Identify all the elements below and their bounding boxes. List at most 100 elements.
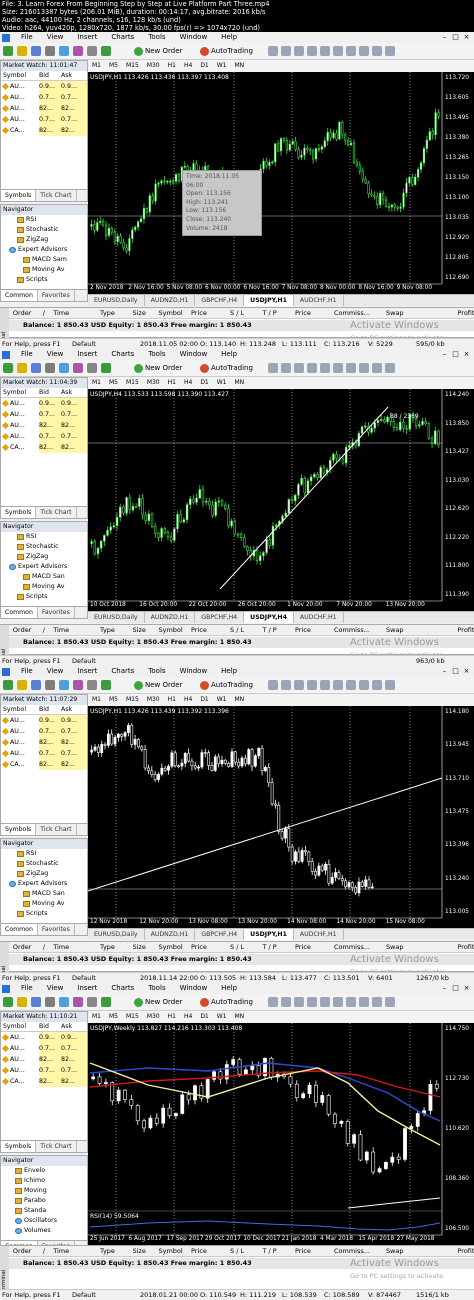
profiles-icon[interactable]: [17, 363, 27, 373]
symbol-row[interactable]: CA... 82... 82...: [1, 759, 87, 770]
terminal-icon[interactable]: [73, 46, 83, 56]
period-icon[interactable]: [346, 363, 356, 373]
autotrading-button[interactable]: AutoTrading: [200, 363, 253, 374]
price-chart[interactable]: RSI(14) 59.5064 USDJPY,Weekly 113.827 114…: [88, 1023, 474, 1245]
timeframe-d1[interactable]: D1: [196, 1011, 212, 1023]
symbol-row[interactable]: AU... 0.7... 0.7...: [1, 1065, 87, 1076]
tab-symbols[interactable]: Symbols: [1, 507, 37, 518]
menu-insert[interactable]: Insert: [70, 32, 104, 43]
zoom-in-icon[interactable]: [268, 680, 278, 690]
timeframe-mn[interactable]: MN: [231, 694, 249, 706]
crosshair-icon[interactable]: [294, 46, 304, 56]
tester-icon[interactable]: [87, 363, 97, 373]
history-icon[interactable]: [101, 680, 111, 690]
tab-favorites[interactable]: Favorites: [38, 290, 75, 301]
chart-tab[interactable]: AUDCHF,H1: [294, 612, 344, 623]
menu-help[interactable]: Help: [214, 349, 244, 360]
trendline-icon[interactable]: [320, 46, 330, 56]
cursor-icon[interactable]: [307, 46, 317, 56]
menu-window[interactable]: Window: [173, 983, 215, 994]
data-window-icon[interactable]: [45, 46, 55, 56]
fibo-icon[interactable]: [385, 363, 395, 373]
fibo-icon[interactable]: [385, 680, 395, 690]
data-window-icon[interactable]: [45, 363, 55, 373]
symbol-row[interactable]: AU... 82... 82...: [1, 737, 87, 748]
menu-tools[interactable]: Tools: [141, 32, 172, 43]
new-order-button[interactable]: New Order: [134, 997, 182, 1008]
symbol-row[interactable]: AU... 0.7... 0.7...: [1, 114, 87, 125]
tester-icon[interactable]: [87, 997, 97, 1007]
chart-tab[interactable]: GBPCHF,H4: [195, 612, 245, 623]
navigator-item[interactable]: Moving Av: [1, 582, 87, 592]
timeframe-m5[interactable]: M5: [105, 60, 122, 72]
navigator-item[interactable]: Stochastic: [1, 859, 87, 869]
close-icon[interactable]: ×: [462, 667, 471, 676]
chart-tab[interactable]: USDJPY,H4: [244, 612, 294, 623]
menu-view[interactable]: View: [40, 666, 71, 677]
trendline-icon[interactable]: [320, 680, 330, 690]
timeframe-w1[interactable]: W1: [213, 694, 231, 706]
navigator-item[interactable]: Expert Advisors: [1, 562, 87, 572]
symbol-row[interactable]: AU... 0.7... 0.7...: [1, 748, 87, 759]
navigator-item[interactable]: Scripts: [1, 592, 87, 602]
zoom-out-icon[interactable]: [281, 46, 291, 56]
timeframe-m1[interactable]: M1: [88, 377, 105, 389]
symbol-row[interactable]: CA... 82... 82...: [1, 1076, 87, 1087]
navigator-item[interactable]: RSI: [1, 849, 87, 859]
tab-symbols[interactable]: Symbols: [1, 190, 37, 201]
zoom-in-icon[interactable]: [268, 997, 278, 1007]
navigator-item[interactable]: Ichimo: [1, 1176, 87, 1186]
menu-insert[interactable]: Insert: [70, 666, 104, 677]
timeframe-m15[interactable]: M15: [122, 60, 143, 72]
chart-tab[interactable]: AUDNZD,H1: [145, 612, 196, 623]
price-chart[interactable]: USDJPY,H4 113.533 113.598 113.390 113.42…: [88, 389, 474, 611]
menu-charts[interactable]: Charts: [104, 666, 141, 677]
market-watch-icon[interactable]: [31, 46, 41, 56]
tab-tick-chart[interactable]: Tick Chart: [36, 824, 77, 835]
menu-charts[interactable]: Charts: [104, 32, 141, 43]
timeframe-m1[interactable]: M1: [88, 694, 105, 706]
navigator-item[interactable]: Expert Advisors: [1, 245, 87, 255]
navigator-item[interactable]: MACD Sam: [1, 255, 87, 265]
timeframe-m30[interactable]: M30: [143, 60, 164, 72]
tab-symbols[interactable]: Symbols: [1, 1141, 37, 1152]
terminal-icon[interactable]: [73, 680, 83, 690]
chart-tab[interactable]: AUDCHF,H1: [294, 929, 344, 940]
tab-common[interactable]: Common: [1, 290, 38, 301]
timeframe-h4[interactable]: H4: [180, 694, 196, 706]
symbol-row[interactable]: AU... 0.7... 0.7...: [1, 726, 87, 737]
chart-tab[interactable]: EURUSD,Daily: [88, 929, 145, 940]
new-order-button[interactable]: New Order: [134, 680, 182, 691]
symbol-row[interactable]: AU... 0.7... 0.7...: [1, 92, 87, 103]
tab-tick-chart[interactable]: Tick Chart: [36, 1141, 77, 1152]
tester-icon[interactable]: [87, 680, 97, 690]
text-icon[interactable]: [333, 363, 343, 373]
symbol-row[interactable]: CA... 82... 82...: [1, 125, 87, 136]
navigator-item[interactable]: Standa: [1, 1206, 87, 1216]
market-watch-icon[interactable]: [31, 997, 41, 1007]
symbol-row[interactable]: AU... 0.9... 0.9...: [1, 1032, 87, 1043]
symbol-row[interactable]: AU... 0.9... 0.9...: [1, 398, 87, 409]
symbol-row[interactable]: AU... 0.9... 0.9...: [1, 81, 87, 92]
template-icon[interactable]: [359, 997, 369, 1007]
navigator-item[interactable]: Stochastic: [1, 225, 87, 235]
symbol-row[interactable]: AU... 82... 82...: [1, 420, 87, 431]
timeframe-m30[interactable]: M30: [143, 1011, 164, 1023]
navigator-item[interactable]: Oscillators: [1, 1216, 87, 1226]
navigator-item[interactable]: Moving: [1, 1186, 87, 1196]
timeframe-h1[interactable]: H1: [164, 694, 180, 706]
navigator-item[interactable]: RSI: [1, 215, 87, 225]
restore-icon[interactable]: □: [451, 350, 460, 359]
navigator-item[interactable]: Moving Av: [1, 899, 87, 909]
timeframe-m1[interactable]: M1: [88, 60, 105, 72]
history-icon[interactable]: [101, 46, 111, 56]
chart-tab[interactable]: AUDCHF,H1: [294, 295, 344, 306]
timeframe-mn[interactable]: MN: [231, 60, 249, 72]
timeframe-m1[interactable]: M1: [88, 1011, 105, 1023]
timeframe-w1[interactable]: W1: [213, 1011, 231, 1023]
navigator-item[interactable]: Scripts: [1, 909, 87, 919]
timeframe-m30[interactable]: M30: [143, 377, 164, 389]
close-icon[interactable]: ×: [462, 984, 471, 993]
navigator-item[interactable]: MACD San: [1, 889, 87, 899]
menu-help[interactable]: Help: [214, 983, 244, 994]
